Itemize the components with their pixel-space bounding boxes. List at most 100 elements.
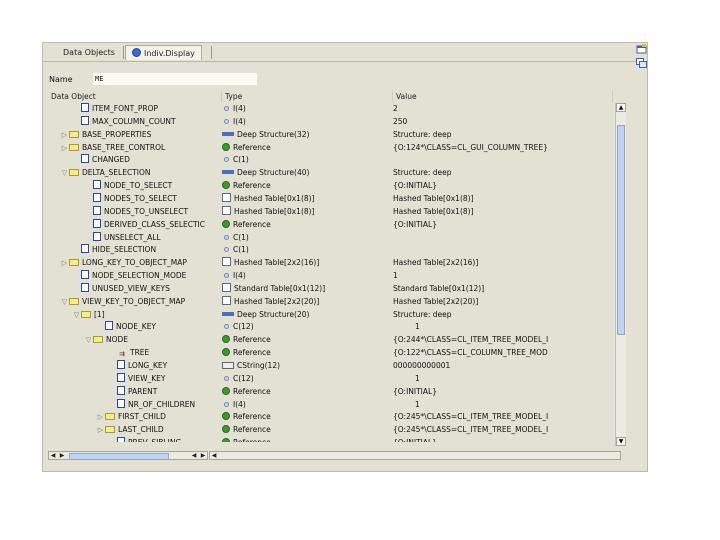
tree-row[interactable]: NODES_TO_SELECT Hashed Table[0x1(8)] Hashe… (48, 192, 611, 205)
tree-row[interactable]: ▷ LONG_KEY_TO_OBJECT_MAP Hashed Table[2x2(… (48, 256, 611, 269)
collapsed-arrow-icon[interactable]: ▷ (96, 411, 105, 423)
table-type-icon (222, 296, 231, 305)
column-header-value[interactable]: Value (393, 91, 613, 102)
scroll-up-arrow-icon[interactable]: ▲ (616, 103, 626, 112)
string-type-icon (222, 362, 234, 369)
tree-row[interactable]: ▽ VIEW_KEY_TO_OBJECT_MAP Hashed Table[2x2(… (48, 295, 611, 308)
tree-row[interactable]: ▽ DELTA_SELECTION Deep Structure(40) Struct… (48, 166, 611, 179)
data-object-value[interactable]: 2 (393, 102, 611, 115)
data-object-value[interactable]: Standard Table[0x1(12)] (393, 282, 611, 295)
data-object-name: UNSELECT_ALL (104, 233, 161, 242)
tree-row[interactable]: CHANGED C(1) (48, 153, 611, 166)
tree-row[interactable]: ⇉ TREE Reference {O:122*\CLASS=CL_COLUMN_TR… (48, 346, 611, 359)
tree-row[interactable]: NODE_SELECTION_MODE I(4) 1 (48, 269, 611, 282)
data-object-value[interactable]: Structure: deep (393, 166, 611, 179)
scroll-right-arrow-icon[interactable]: ▶ (58, 452, 66, 459)
vertical-scrollbar[interactable]: ▲ ▼ (615, 103, 626, 446)
data-object-value[interactable]: 000000000001 (393, 359, 611, 372)
tree-row[interactable]: DERIVED_CLASS_SELECTIC Reference {O:INITIA… (48, 218, 611, 231)
scroll-left-arrow-icon[interactable]: ◀ (210, 452, 218, 459)
tree-row[interactable]: HIDE_SELECTION C(1) (48, 243, 611, 256)
scroll-thumb[interactable] (617, 125, 625, 335)
tree-row-name-cell: ITEM_FONT_PROP (72, 102, 218, 115)
data-object-type: Reference (233, 425, 271, 434)
collapsed-arrow-icon[interactable]: ▷ (60, 129, 69, 141)
expanded-arrow-icon[interactable]: ▽ (60, 296, 69, 308)
tree-row[interactable]: ▷ LAST_CHILD Reference {O:245*\CLASS=CL_ITE… (48, 423, 611, 436)
tree-row[interactable]: ITEM_FONT_PROP I(4) 2 (48, 102, 611, 115)
tree-row-type-cell: C(1) (222, 243, 390, 256)
reference-type-icon (222, 348, 230, 356)
tree-row[interactable]: NODE_TO_SELECT Reference {O:INITIAL} (48, 179, 611, 192)
document-icon (81, 283, 89, 292)
scroll-left-arrow-icon[interactable]: ◀ (49, 452, 57, 459)
scroll-left-arrow-icon[interactable]: ◀ (190, 452, 198, 459)
expanded-arrow-icon[interactable]: ▽ (84, 334, 93, 346)
expanded-arrow-icon[interactable]: ▽ (60, 167, 69, 179)
folder-icon (93, 336, 103, 343)
column-header-type[interactable]: Type (222, 91, 393, 102)
name-field[interactable] (93, 73, 257, 85)
data-object-value[interactable] (393, 153, 611, 166)
tree-row-type-cell: Reference (222, 333, 390, 346)
data-object-name: PREV_SIBLING (128, 438, 181, 442)
data-object-type: Reference (233, 412, 271, 421)
collapsed-arrow-icon[interactable]: ▷ (96, 424, 105, 436)
data-object-value[interactable]: 250 (393, 115, 611, 128)
data-object-value[interactable] (393, 243, 611, 256)
tree-row[interactable]: NODES_TO_UNSELECT Hashed Table[0x1(8)] Has… (48, 205, 611, 218)
data-object-value[interactable]: {O:INITIAL} (393, 436, 611, 442)
tree-row-name-cell: ⇉ TREE (108, 346, 218, 359)
collapsed-arrow-icon[interactable]: ▷ (60, 257, 69, 269)
data-object-value[interactable]: 1 (393, 320, 611, 333)
tree-row[interactable]: ▽ NODE Reference {O:244*\CLASS=CL_ITEM_TREE… (48, 333, 611, 346)
new-window-icon[interactable] (636, 44, 647, 54)
tree-row[interactable]: PARENT Reference {O:INITIAL} (48, 385, 611, 398)
elementary-type-icon (224, 273, 229, 278)
switch-display-icon[interactable] (636, 58, 647, 68)
scroll-right-arrow-icon[interactable]: ▶ (199, 452, 207, 459)
data-object-value[interactable]: Hashed Table[2x2(16)] (393, 256, 611, 269)
data-object-value[interactable]: {O:INITIAL} (393, 218, 611, 231)
horizontal-scrollbar-right[interactable]: ◀ (209, 451, 621, 460)
tree-row[interactable]: VIEW_KEY C(12) 1 (48, 372, 611, 385)
data-object-value[interactable]: {O:INITIAL} (393, 179, 611, 192)
data-object-value[interactable]: {O:122*\CLASS=CL_COLUMN_TREE_MOD (393, 346, 611, 359)
data-object-value[interactable]: 1 (393, 372, 611, 385)
elementary-type-icon (224, 119, 229, 124)
column-header-data-object[interactable]: Data Object (48, 91, 222, 102)
data-object-value[interactable]: {O:245*\CLASS=CL_ITEM_TREE_MODEL_I (393, 410, 611, 423)
data-object-value[interactable]: {O:245*\CLASS=CL_ITEM_TREE_MODEL_I (393, 423, 611, 436)
data-object-value[interactable]: {O:INITIAL} (393, 385, 611, 398)
tree-row-name-cell: ▷ LAST_CHILD (96, 423, 218, 436)
tree-row[interactable]: UNUSED_VIEW_KEYS Standard Table[0x1(12)] S… (48, 282, 611, 295)
data-object-value[interactable]: Hashed Table[2x2(20)] (393, 295, 611, 308)
scroll-down-arrow-icon[interactable]: ▼ (616, 437, 626, 446)
tree-row[interactable]: PREV_SIBLING Reference {O:INITIAL} (48, 436, 611, 442)
data-object-value[interactable]: Hashed Table[0x1(8)] (393, 192, 611, 205)
tree-row[interactable]: MAX_COLUMN_COUNT I(4) 250 (48, 115, 611, 128)
tree-row[interactable]: ▷ FIRST_CHILD Reference {O:245*\CLASS=CL_IT… (48, 410, 611, 423)
tree-row-type-cell: Standard Table[0x1(12)] (222, 282, 390, 295)
tree-row-name-cell: PREV_SIBLING (108, 436, 218, 442)
tab-data-objects[interactable]: Data Objects (57, 45, 121, 60)
tree-row[interactable]: LONG_KEY CString(12) 000000000001 (48, 359, 611, 372)
horizontal-scroll-thumb[interactable] (69, 453, 169, 460)
data-object-value[interactable]: Hashed Table[0x1(8)] (393, 205, 611, 218)
data-object-name: UNUSED_VIEW_KEYS (92, 284, 170, 293)
horizontal-scrollbar-left[interactable]: ◀ ▶ ◀ ▶ (48, 451, 208, 460)
data-object-value[interactable]: {O:244*\CLASS=CL_ITEM_TREE_MODEL_I (393, 333, 611, 346)
document-icon (81, 270, 89, 279)
tree-row-name-cell: UNUSED_VIEW_KEYS (72, 282, 218, 295)
data-object-name: DELTA_SELECTION (82, 168, 151, 177)
reference-type-icon (222, 387, 230, 395)
tab-label: Indiv.Display (144, 49, 195, 58)
data-object-value[interactable]: Structure: deep (393, 128, 611, 141)
data-object-value[interactable]: 1 (393, 269, 611, 282)
data-object-name: [1] (94, 310, 105, 319)
tree-row[interactable]: ▷ BASE_PROPERTIES Deep Structure(32) Struct… (48, 128, 611, 141)
document-icon (93, 193, 101, 202)
tree-row[interactable]: NODE_KEY C(12) 1 (48, 320, 611, 333)
tab-indiv-display[interactable]: Indiv.Display (125, 45, 202, 60)
tree-row-type-cell: Hashed Table[2x2(20)] (222, 295, 390, 308)
